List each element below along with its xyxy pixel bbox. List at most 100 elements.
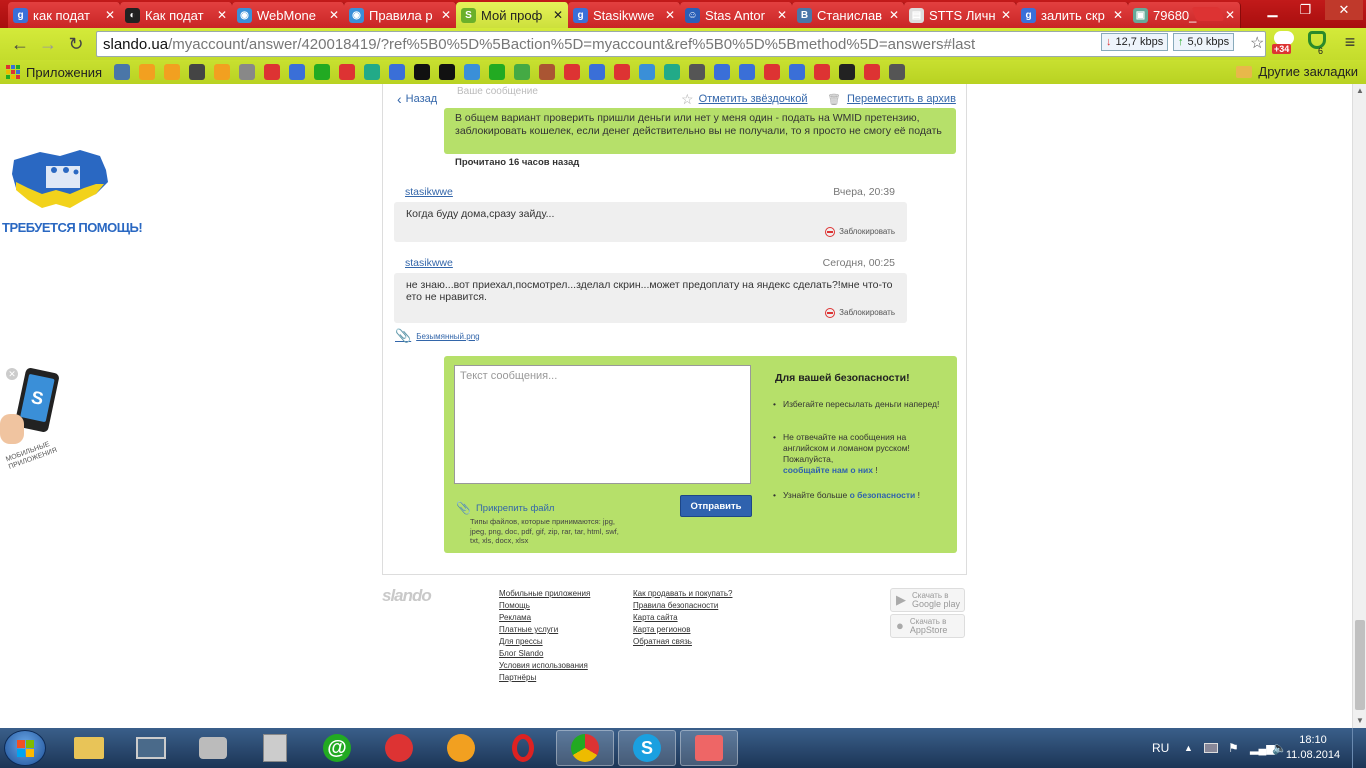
apps-bookmark[interactable]: Приложения [6,65,102,80]
minimize-button[interactable]: ▁ [1259,0,1286,20]
send-button[interactable]: Отправить [680,495,752,517]
scroll-up-icon[interactable]: ▲ [1355,86,1365,96]
message-textarea[interactable] [454,365,751,484]
bookmark-favicon-icon[interactable] [639,64,656,80]
help-banner[interactable]: ТРЕБУЕТСЯ ПОМОЩЬ! [0,148,143,243]
footer-link[interactable]: Мобильные приложения [499,588,590,600]
bookmark-favicon-icon[interactable] [489,64,506,80]
google-play-button[interactable]: ▶ Скачать в Google play [890,588,965,612]
taskbar-explorer[interactable] [60,730,118,766]
footer-link[interactable]: Карта регионов [633,624,732,636]
safety-more-link[interactable]: о безопасности [850,490,916,500]
message-author-link[interactable]: stasikwwe [405,257,453,269]
bookmark-star-icon[interactable]: ☆ [1250,33,1264,53]
tray-expand-icon[interactable]: ▲ [1184,728,1193,768]
footer-link[interactable]: Партнёры [499,672,590,684]
footer-link[interactable]: Для прессы [499,636,590,648]
bookmark-favicon-icon[interactable] [239,64,256,80]
taskbar-app[interactable] [370,730,428,766]
menu-icon[interactable]: ≡ [1340,31,1360,55]
flag-icon[interactable]: ⚑ [1228,728,1239,768]
tab-close-icon[interactable]: ✕ [105,8,115,22]
bookmark-favicon-icon[interactable] [214,64,231,80]
tab-close-icon[interactable]: ✕ [441,8,451,22]
bookmark-favicon-icon[interactable] [164,64,181,80]
bookmark-favicon-icon[interactable] [289,64,306,80]
bookmark-favicon-icon[interactable] [589,64,606,80]
bookmark-favicon-icon[interactable] [614,64,631,80]
footer-link[interactable]: Условия использования [499,660,590,672]
taskbar-paint[interactable] [680,730,738,766]
new-tab-button[interactable] [1191,7,1225,21]
forward-arrow-icon[interactable]: → [36,32,60,56]
report-link[interactable]: сообщайте нам о них [783,465,873,475]
signal-icon[interactable]: ▂▄▆ [1250,728,1275,768]
address-bar[interactable]: slando.ua/myaccount/answer/420018419/?re… [96,31,1266,57]
footer-link[interactable]: Как продавать и покупать? [633,588,732,600]
bookmark-favicon-icon[interactable] [114,64,131,80]
block-user-button[interactable]: Заблокировать [825,226,895,238]
taskbar-mail-agent[interactable]: @ [308,730,366,766]
weather-extension[interactable]: +34 [1272,31,1298,57]
tab-close-icon[interactable]: ✕ [1113,8,1123,22]
bookmark-favicon-icon[interactable] [664,64,681,80]
maximize-button[interactable]: ❐ [1292,0,1319,20]
browser-tab[interactable]: g Stasikwwe ✕ [568,2,681,28]
bookmark-favicon-icon[interactable] [364,64,381,80]
taskbar-calculator[interactable] [246,730,304,766]
taskbar-opera[interactable] [494,730,552,766]
scroll-thumb[interactable] [1355,620,1365,710]
bookmark-favicon-icon[interactable] [314,64,331,80]
browser-tab[interactable]: ☺ Stas Antor ✕ [680,2,793,28]
browser-tab[interactable]: S Мой проф ✕ [456,2,569,28]
tab-close-icon[interactable]: ✕ [217,8,227,22]
taskbar-camera[interactable] [184,730,242,766]
bookmark-favicon-icon[interactable] [689,64,706,80]
browser-tab[interactable]: B Станислав ✕ [792,2,905,28]
language-indicator[interactable]: RU [1152,728,1169,768]
bookmark-favicon-icon[interactable] [414,64,431,80]
tab-close-icon[interactable]: ✕ [889,8,899,22]
clock[interactable]: 18:10 11.08.2014 [1278,733,1348,763]
footer-logo[interactable]: slando [382,586,432,606]
bookmark-favicon-icon[interactable] [889,64,906,80]
bookmark-favicon-icon[interactable] [714,64,731,80]
archive-link[interactable]: 🗑 Переместить в архив [827,93,956,106]
bookmark-favicon-icon[interactable] [189,64,206,80]
tab-close-icon[interactable]: ✕ [329,8,339,22]
footer-link[interactable]: Правила безопасности [633,600,732,612]
scroll-down-icon[interactable]: ▼ [1355,716,1365,726]
block-user-button[interactable]: Заблокировать [825,307,895,319]
footer-link[interactable]: Помощь [499,600,590,612]
tab-close-icon[interactable]: ✕ [665,8,675,22]
bookmark-favicon-icon[interactable] [389,64,406,80]
back-arrow-icon[interactable]: ← [8,32,32,56]
close-window-button[interactable]: ✕ [1325,0,1363,20]
bookmark-favicon-icon[interactable] [339,64,356,80]
network-monitor-icon[interactable] [1204,728,1218,768]
taskbar-chrome[interactable] [556,730,614,766]
start-button[interactable] [4,730,46,766]
bookmark-favicon-icon[interactable] [439,64,456,80]
footer-link[interactable]: Реклама [499,612,590,624]
star-link[interactable]: ☆ Отметить звёздочкой [681,91,808,108]
bookmark-favicon-icon[interactable] [839,64,856,80]
page-scrollbar[interactable]: ▲ ▼ [1352,84,1366,728]
footer-link[interactable]: Блог Slando [499,648,590,660]
footer-link[interactable]: Карта сайта [633,612,732,624]
tab-close-icon[interactable]: ✕ [777,8,787,22]
bookmark-favicon-icon[interactable] [789,64,806,80]
show-desktop-button[interactable] [1352,728,1366,768]
browser-tab[interactable]: ▣ 79680_Bez ✕ [1128,2,1241,28]
taskbar-aimp[interactable] [432,730,490,766]
reload-icon[interactable]: ↻ [64,32,88,56]
tab-close-icon[interactable]: ✕ [553,8,563,22]
bookmark-favicon-icon[interactable] [764,64,781,80]
tab-close-icon[interactable]: ✕ [1001,8,1011,22]
tab-close-icon[interactable]: ✕ [1225,8,1235,22]
mobile-apps-ad[interactable]: ✕ S МОБИЛЬНЫЕ ПРИЛОЖЕНИЯ [0,364,70,474]
taskbar-computer[interactable] [122,730,180,766]
bookmark-favicon-icon[interactable] [814,64,831,80]
attachment-link[interactable]: 📎 Безымянный.png [395,328,480,344]
bookmark-favicon-icon[interactable] [139,64,156,80]
